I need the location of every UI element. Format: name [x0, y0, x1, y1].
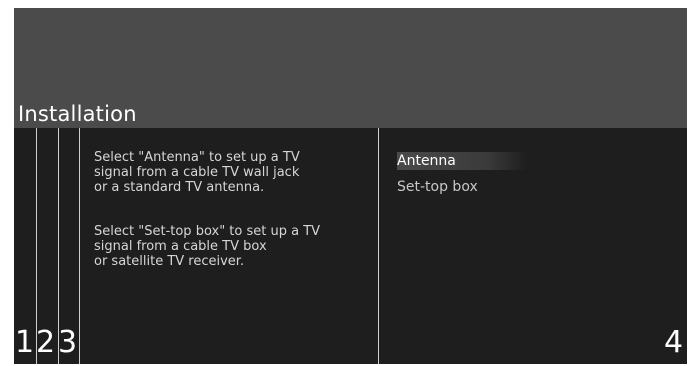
- menu-item-settop-box[interactable]: Set-top box: [397, 178, 527, 196]
- tv-screen: Installation Select "Antenna" to set up …: [14, 8, 687, 364]
- step-number-4: 4: [664, 325, 684, 360]
- page-title: Installation: [18, 102, 137, 126]
- step-number-3: 3: [58, 325, 78, 360]
- step-number-1: 1: [15, 325, 35, 360]
- column-divider-3: [79, 128, 80, 364]
- settop-description: Select "Set-top box" to set up a TV sign…: [94, 224, 321, 269]
- menu-item-label: Set-top box: [397, 179, 478, 195]
- step-number-2: 2: [36, 325, 56, 360]
- menu-item-label: Antenna: [397, 153, 456, 169]
- menu-item-antenna[interactable]: Antenna: [397, 152, 527, 170]
- antenna-description: Select "Antenna" to set up a TV signal f…: [94, 150, 300, 195]
